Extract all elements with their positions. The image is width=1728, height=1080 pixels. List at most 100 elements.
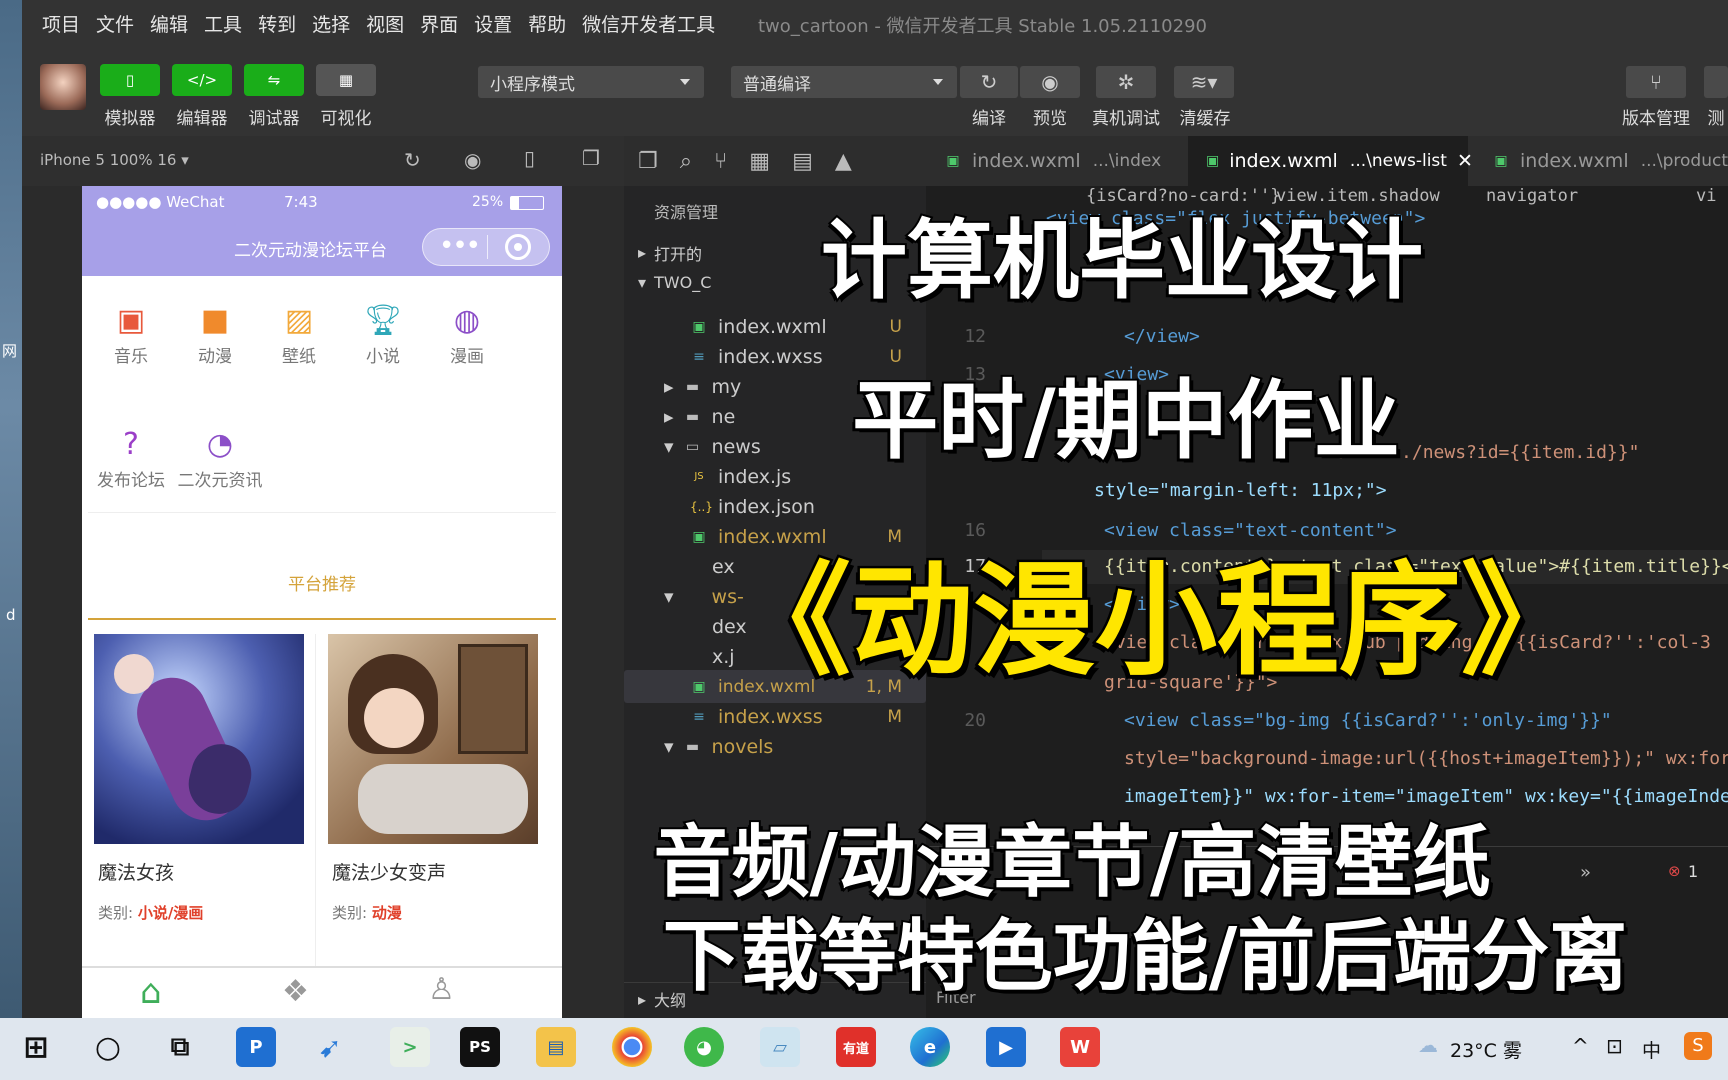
tree-item[interactable]: {..} index.json [624,490,926,523]
media-icon[interactable]: ▶ [986,1027,1026,1067]
search-icon[interactable]: ⌕ [680,149,692,174]
user-icon[interactable]: ♙ [428,972,455,1007]
pycharm-icon[interactable]: PS [460,1027,500,1067]
category-publish-forum[interactable]: ? 发布论坛 [96,422,166,492]
open-editors-label: 打开的 [654,244,703,264]
clear-cache-button[interactable]: ≋▾ [1174,66,1234,98]
visual-toggle-button[interactable]: ▦ [316,64,376,96]
rotate-icon[interactable]: ↻ [404,148,421,172]
edge-icon[interactable]: e [910,1027,950,1067]
category-key: 类别: [332,904,368,922]
files-icon[interactable]: ❐ [638,149,658,174]
json-file-icon: {..} [690,499,713,514]
chevron-up-icon[interactable]: ^ [1572,1034,1589,1058]
sogou-icon[interactable]: S [1684,1032,1712,1060]
version-button[interactable]: ⑂ [1626,66,1686,98]
recommend-card[interactable]: 魔法少女变声 类别: 动漫 [328,634,538,934]
weather-text[interactable]: 23°C 雾 [1450,1036,1522,1063]
youdao-icon[interactable]: 有道 [836,1027,876,1067]
menu-wechat-devtools[interactable]: 微信开发者工具 [582,10,715,37]
preview-label: 预览 [1033,109,1067,129]
docker-icon[interactable]: ▲ [835,149,852,174]
line-number: 20 [964,710,986,731]
notepad-icon[interactable]: ▱ [760,1027,800,1067]
code-line: style="margin-left: 11px;"> [1094,480,1387,501]
tab-product[interactable]: ▣ index.wxml ...\product [1474,136,1728,186]
folder-icon: ▬ [685,738,700,755]
real-debug-button[interactable]: ✲ [1096,66,1156,98]
breadcrumb-item[interactable]: vi [1696,186,1716,206]
simulator-toggle-button[interactable]: ▯ [100,64,160,96]
category-wallpaper[interactable]: ▨ 壁纸 [264,298,334,368]
menu-file[interactable]: 文件 [96,10,134,37]
popout-icon[interactable]: ❐ [582,146,600,170]
cortana-icon[interactable]: ○ [88,1027,128,1067]
tree-item[interactable]: ≡ index.wxss M [624,700,926,733]
phone-icon[interactable]: ▯ [524,146,535,170]
file-explorer-icon[interactable]: ▤ [536,1027,576,1067]
test-button[interactable] [1704,66,1728,98]
card-category: 类别: 小说/漫画 [98,902,203,923]
card-image [94,634,304,844]
git-icon[interactable]: ⑂ [714,149,727,174]
debugger-toggle-button[interactable]: ⇋ [244,64,304,96]
p-app-icon[interactable]: P [236,1027,276,1067]
tree-folder[interactable]: ▾ ▬ novels [624,730,926,763]
extensions-icon[interactable]: ▦ [749,149,770,174]
overlay-line-3: 《动漫小程序》 [727,548,1586,695]
menu-select[interactable]: 选择 [312,10,350,37]
wxss-file-icon: ≡ [693,348,705,365]
category-anime[interactable]: ■ 动漫 [180,298,250,368]
menu-interface[interactable]: 界面 [420,10,458,37]
wechat-icon[interactable]: ◕ [684,1027,724,1067]
error-count[interactable]: 1 [1688,862,1698,881]
tab-news-list[interactable]: ▣ index.wxml ...\news-list ✕ [1188,136,1473,186]
menu-goto[interactable]: 转到 [258,10,296,37]
menu-settings[interactable]: 设置 [474,10,512,37]
compile-select[interactable]: 普通编译 [731,66,957,98]
category-news[interactable]: ◔ 二次元资讯 [170,422,270,492]
category-comic[interactable]: ◍ 漫画 [432,298,502,368]
task-view-icon[interactable]: ⧉ [160,1027,200,1067]
menu-edit[interactable]: 编辑 [150,10,188,37]
chevron-double-right-icon[interactable]: » [1580,862,1591,883]
category-music[interactable]: ▣ 音乐 [96,298,166,368]
category-novel[interactable]: 🏆︎ 小说 [348,298,418,368]
overlay-line-5: 下载等特色功能/前后端分离 [661,910,1630,1004]
recommend-card[interactable]: 魔法女孩 类别: 小说/漫画 [94,634,304,934]
avatar[interactable] [40,64,86,110]
tab-index-index[interactable]: ▣ index.wxml ...\index [926,136,1182,186]
menu-tools[interactable]: 工具 [204,10,242,37]
device-select[interactable]: iPhone 5 100% 16 ▾ [40,151,189,169]
save-icon[interactable]: ▤ [792,149,813,174]
record-icon[interactable]: ◉ [464,148,481,172]
category-key: 类别: [98,904,134,922]
git-status: U [889,316,902,337]
project-label: TWO_C [654,273,712,292]
desktop-background [0,0,22,1018]
chrome-icon[interactable] [612,1027,652,1067]
editor-toggle-button[interactable]: </> [172,64,232,96]
wechat-devtools-icon[interactable]: > [390,1027,430,1067]
grid-icon[interactable]: ❖ [282,974,309,1009]
planet-icon: ◍ [453,302,481,338]
ime-indicator[interactable]: 中 [1642,1036,1661,1063]
close-target-icon[interactable] [505,234,531,260]
menu-view[interactable]: 视图 [366,10,404,37]
preview-button[interactable]: ◉ [1020,66,1080,98]
dolphin-icon[interactable]: ➹ [310,1027,350,1067]
mode-select[interactable]: 小程序模式 [478,66,704,98]
desktop-text-b: d [6,606,16,624]
more-icon[interactable]: ••• [439,231,481,261]
capsule-menu: ••• [422,228,550,266]
windows-start-icon[interactable]: ⊞ [16,1027,56,1067]
wps-icon[interactable]: W [1060,1027,1100,1067]
menu-help[interactable]: 帮助 [528,10,566,37]
network-icon[interactable]: ⊡ [1606,1034,1623,1058]
close-icon[interactable]: ✕ [1457,150,1473,172]
menu-project[interactable]: 项目 [42,10,80,37]
capsule-divider [487,235,488,259]
compile-button[interactable]: ↻ [960,66,1018,98]
home-icon[interactable]: ⌂ [140,972,162,1012]
tab-path: ...\news-list [1349,151,1447,171]
